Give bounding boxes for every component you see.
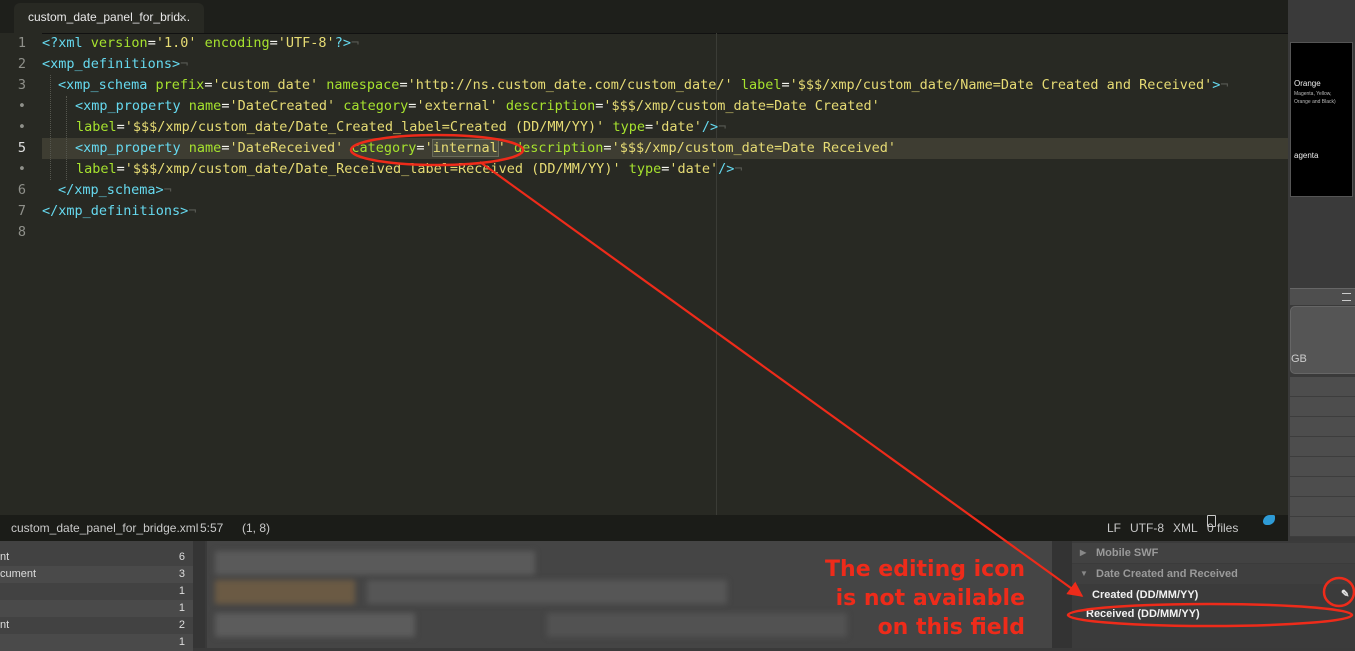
status-encoding[interactable]: UTF-8 [1130,515,1164,541]
metadata-panel: ▶ Mobile SWF ▼ Date Created and Received… [1072,541,1355,648]
blurred-row [215,580,355,604]
code-line-1: <?xml version='1.0' encoding='UTF-8'?>¬ [42,35,360,51]
file-info-label: GB [1291,353,1307,365]
status-line-ending[interactable]: LF [1107,515,1121,541]
disclosure-down-icon[interactable]: ▼ [1080,564,1088,584]
field-received-label: Received (DD/MM/YY) [1086,608,1200,620]
list-item[interactable]: 1 [0,634,193,651]
annotation-text: The editing icon is not available on thi… [700,555,1025,642]
list-item[interactable]: cument 3 [0,566,193,583]
annotation-line: is not available [835,586,1025,611]
preview-text: Orange and Black) [1294,99,1336,105]
line-number: 1 [17,35,26,51]
annotation-line: The editing icon [825,557,1025,582]
field-created-label: Created (DD/MM/YY) [1092,589,1199,601]
collections-panel: nt 6 cument 3 1 1 nt 2 1 [0,541,193,651]
list-item[interactable]: nt 6 [0,549,193,566]
code-line-3: <xmp_schema prefix='custom_date' namespa… [58,77,1229,93]
line-number-gutter: 1 2 3 • 5 • • 6 7 8 [0,33,42,515]
field-created[interactable]: Created (DD/MM/YY) ✎ [1072,585,1355,605]
panel-stripe [1290,377,1355,397]
line-number: 5 [17,140,26,156]
panel-stripe [1290,457,1355,477]
status-syntax[interactable]: XML [1173,515,1198,541]
tab-bar: custom_date_panel_for_brid... × [0,0,1288,34]
code-line-5: <xmp_property name='DateReceived' catego… [75,140,897,156]
blurred-row [215,613,415,637]
list-item[interactable]: 1 [0,583,193,600]
disclosure-right-icon[interactable]: ▶ [1080,543,1086,563]
code-line-7: </xmp_definitions>¬ [42,203,197,219]
status-cursor-position[interactable]: 5:57 [200,515,223,541]
file-info-card: GB [1290,306,1355,374]
indent-guide [50,75,52,180]
code-line-4: <xmp_property name='DateCreated' categor… [75,98,880,114]
blurred-row [367,580,727,604]
preview-text: Magenta, Yellow, [1294,91,1332,97]
code-line-6: </xmp_schema>¬ [58,182,172,198]
line-wrap-marker: • [17,119,26,135]
code-line-5-wrap: label='$$$/xmp/custom_date/Date_Received… [76,161,743,177]
code-line-2: <xmp_definitions>¬ [42,56,189,72]
line-number: 2 [17,56,26,72]
panel-stripe [1290,517,1355,537]
annotation-line: on this field [877,615,1025,640]
pencil-icon[interactable]: ✎ [1341,589,1352,600]
line-wrap-marker: • [17,161,26,177]
scrollbar[interactable] [193,541,205,648]
status-filename: custom_date_panel_for_bridge.xml [11,521,199,535]
status-files-label: 0 files [1207,521,1239,535]
preview-panel: Orange Magenta, Yellow, Orange and Black… [1290,42,1353,197]
panel-stripe [1290,497,1355,517]
close-icon[interactable]: × [179,4,187,31]
line-number: 7 [17,203,26,219]
panel-stripe [1290,437,1355,457]
section-date-created-received[interactable]: ▼ Date Created and Received [1072,564,1355,584]
panel-stripe [1290,477,1355,497]
field-received[interactable]: Received (DD/MM/YY) [1072,604,1355,624]
tab-title: custom_date_panel_for_brid... [28,10,191,24]
status-bar: custom_date_panel_for_bridge.xml 5:57 (1… [0,515,1288,541]
code-area[interactable]: <?xml version='1.0' encoding='UTF-8'?>¬ … [42,33,1282,515]
line-number: 8 [17,224,26,240]
preview-text: Orange [1294,79,1321,88]
content-scroll-area [1052,541,1072,648]
selected-word: internal [432,140,498,156]
panel-menu-icon[interactable] [1342,293,1351,301]
line-wrap-marker: • [17,98,26,114]
blurred-row [215,551,535,575]
section-mobile-swf[interactable]: ▶ Mobile SWF [1072,543,1355,563]
line-number: 3 [17,77,26,93]
editor-tab[interactable]: custom_date_panel_for_brid... × [14,3,204,33]
list-item[interactable]: 1 [0,600,193,617]
indent-guide [66,96,68,180]
panel-stripe [1290,417,1355,437]
preview-text: agenta [1294,151,1319,160]
code-line-4-wrap: label='$$$/xmp/custom_date/Date_Created_… [76,119,727,135]
panel-header [1290,288,1355,305]
status-selection: (1, 8) [242,521,271,535]
list-item[interactable]: nt 2 [0,617,193,634]
panel-stripe [1290,397,1355,417]
bird-icon[interactable] [1263,515,1275,525]
line-number: 6 [17,182,26,198]
